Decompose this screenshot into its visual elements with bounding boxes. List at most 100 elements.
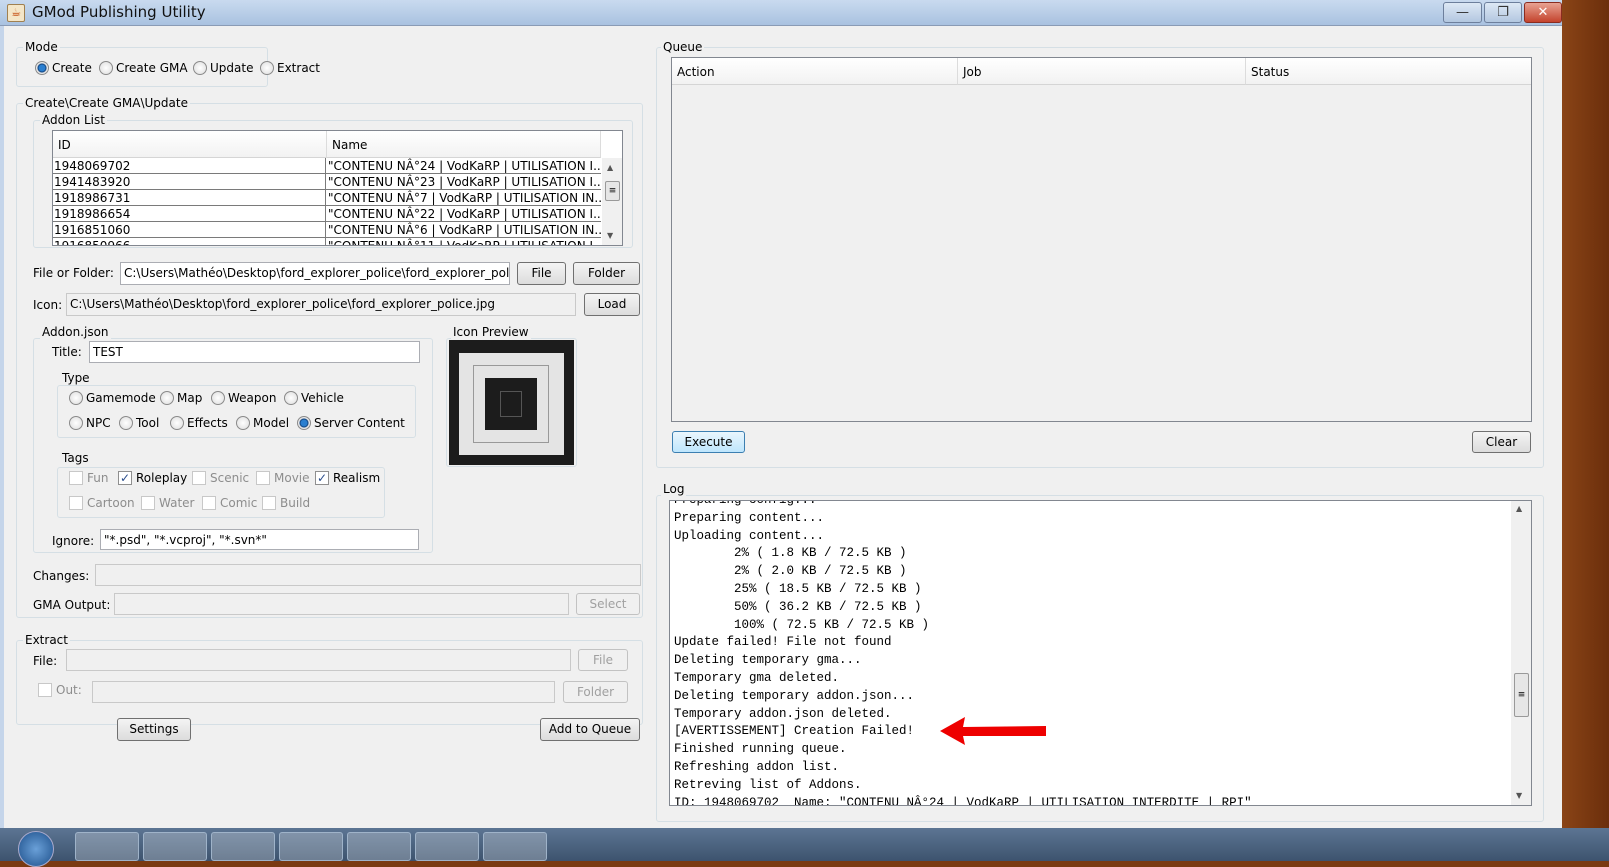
radio-indicator[interactable]	[260, 61, 274, 75]
radio-indicator[interactable]	[119, 416, 133, 430]
type-radio-model[interactable]: Model	[236, 416, 289, 430]
scroll-thumb[interactable]: ≡	[605, 181, 620, 201]
radio-indicator[interactable]	[35, 61, 49, 75]
file-button[interactable]: File	[517, 262, 566, 285]
radio-indicator[interactable]	[236, 416, 250, 430]
file-or-folder-input[interactable]: C:\Users\Mathéo\Desktop\ford_explorer_po…	[120, 262, 510, 285]
log-scrollbar[interactable]: ▲ ≡ ▼	[1511, 501, 1531, 805]
radio-indicator[interactable]	[211, 391, 225, 405]
log-textarea[interactable]: Preparing config... Preparing content... U…	[669, 500, 1532, 806]
select-button[interactable]: Select	[576, 593, 640, 615]
radio-indicator[interactable]	[99, 61, 113, 75]
table-row[interactable]: 1948069702 "CONTENU NÂ°24 | VodKaRP | UTI…	[53, 158, 601, 174]
start-button[interactable]	[18, 831, 54, 867]
radio-indicator[interactable]	[193, 61, 207, 75]
out-checkbox[interactable]: Out:	[38, 683, 82, 697]
column-header-id[interactable]: ID	[53, 131, 327, 158]
radio-indicator[interactable]	[170, 416, 184, 430]
addon-list-scrollbar[interactable]: ▲ ≡ ▼	[602, 158, 622, 245]
tag-checkbox-fun[interactable]: Fun	[69, 471, 108, 485]
mode-radio-extract[interactable]: Extract	[260, 61, 320, 75]
column-header-action[interactable]: Action	[672, 58, 958, 85]
taskbar-folder-icon[interactable]	[75, 832, 139, 861]
radio-indicator[interactable]	[69, 391, 83, 405]
extract-file-button[interactable]: File	[578, 649, 628, 671]
extract-out-input[interactable]	[92, 681, 555, 703]
scroll-thumb[interactable]: ≡	[1514, 673, 1529, 717]
load-button[interactable]: Load	[584, 293, 640, 316]
out-checkbox-box[interactable]	[38, 683, 52, 697]
taskbar-app-icon[interactable]	[415, 832, 479, 861]
scroll-up-icon[interactable]: ▲	[607, 163, 613, 172]
gma-output-input[interactable]	[114, 593, 569, 615]
taskbar-app-icon[interactable]	[143, 832, 207, 861]
close-button[interactable]: ✕	[1524, 2, 1562, 23]
type-radio-gamemode[interactable]: Gamemode	[69, 391, 156, 405]
extract-folder-button[interactable]: Folder	[563, 681, 628, 703]
changes-input[interactable]	[95, 564, 641, 586]
create-legend: Create\Create GMA\Update	[23, 96, 190, 110]
restore-button[interactable]: ❐	[1484, 2, 1522, 23]
checkbox-box[interactable]	[202, 496, 216, 510]
radio-indicator[interactable]	[69, 416, 83, 430]
tag-checkbox-realism[interactable]: ✓ Realism	[315, 471, 380, 485]
table-row[interactable]: 1941483920 "CONTENU NÂ°23 | VodKaRP | UTI…	[53, 174, 601, 190]
extract-file-input[interactable]	[66, 649, 571, 671]
taskbar-app-icon[interactable]	[279, 832, 343, 861]
table-row[interactable]: 1916851060 "CONTENU NÂ°6 | VodKaRP | UTIL…	[53, 222, 601, 238]
type-radio-weapon[interactable]: Weapon	[211, 391, 276, 405]
taskbar-java-icon[interactable]	[483, 832, 547, 861]
queue-table[interactable]: Action Job Status	[671, 57, 1532, 422]
tag-checkbox-comic[interactable]: Comic	[202, 496, 257, 510]
taskbar-film-icon[interactable]	[211, 832, 275, 861]
table-row[interactable]: 1918986654 "CONTENU NÂ°22 | VodKaRP | UTI…	[53, 206, 601, 222]
column-header-status[interactable]: Status	[1246, 58, 1531, 85]
checkbox-box[interactable]	[141, 496, 155, 510]
execute-button[interactable]: Execute	[672, 431, 745, 453]
title-bar[interactable]: ☕ GMod Publishing Utility — ❐ ✕	[0, 0, 1562, 26]
type-radio-npc[interactable]: NPC	[69, 416, 111, 430]
folder-button[interactable]: Folder	[573, 262, 640, 285]
scroll-up-icon[interactable]: ▲	[1516, 504, 1522, 513]
tag-checkbox-movie[interactable]: Movie	[256, 471, 310, 485]
ignore-input[interactable]: "*.psd", "*.vcproj", "*.svn*"	[100, 529, 419, 550]
type-radio-tool[interactable]: Tool	[119, 416, 159, 430]
tag-checkbox-roleplay[interactable]: ✓ Roleplay	[118, 471, 187, 485]
radio-indicator[interactable]	[284, 391, 298, 405]
checkbox-box[interactable]	[69, 471, 83, 485]
tag-checkbox-water[interactable]: Water	[141, 496, 194, 510]
radio-indicator[interactable]	[160, 391, 174, 405]
checkbox-box[interactable]	[256, 471, 270, 485]
checkbox-box[interactable]	[192, 471, 206, 485]
log-line: Deleting temporary gma...	[674, 653, 862, 668]
checkbox-box[interactable]: ✓	[315, 471, 329, 485]
icon-path-input[interactable]: C:\Users\Mathéo\Desktop\ford_explorer_po…	[66, 293, 576, 316]
type-radio-map[interactable]: Map	[160, 391, 202, 405]
title-input[interactable]: TEST	[89, 341, 420, 363]
scroll-down-icon[interactable]: ▼	[1516, 791, 1522, 800]
checkbox-box[interactable]	[69, 496, 83, 510]
taskbar-app-icon[interactable]	[347, 832, 411, 861]
mode-radio-create-gma[interactable]: Create GMA	[99, 61, 188, 75]
type-radio-effects[interactable]: Effects	[170, 416, 228, 430]
table-row[interactable]: 1916850966 "CONTENU NÂ°11 | VodKaRP | UTI…	[53, 238, 601, 245]
table-row[interactable]: 1918986731 "CONTENU NÂ°7 | VodKaRP | UTIL…	[53, 190, 601, 206]
add-to-queue-button[interactable]: Add to Queue	[540, 718, 640, 741]
mode-radio-update[interactable]: Update	[193, 61, 253, 75]
type-radio-vehicle[interactable]: Vehicle	[284, 391, 344, 405]
column-header-job[interactable]: Job	[958, 58, 1246, 85]
settings-button[interactable]: Settings	[117, 718, 191, 741]
scroll-down-icon[interactable]: ▼	[607, 231, 613, 240]
addon-table[interactable]: ID Name 1948069702 "CONTENU NÂ°24 | VodKa…	[52, 130, 623, 246]
column-header-name[interactable]: Name	[327, 131, 601, 158]
checkbox-box[interactable]	[262, 496, 276, 510]
radio-indicator[interactable]	[297, 416, 311, 430]
clear-button[interactable]: Clear	[1472, 431, 1531, 453]
checkbox-box[interactable]: ✓	[118, 471, 132, 485]
type-radio-server-content[interactable]: Server Content	[297, 416, 405, 430]
tag-checkbox-cartoon[interactable]: Cartoon	[69, 496, 135, 510]
mode-radio-create[interactable]: Create	[35, 61, 92, 75]
tag-checkbox-build[interactable]: Build	[262, 496, 310, 510]
tag-checkbox-scenic[interactable]: Scenic	[192, 471, 249, 485]
minimize-button[interactable]: —	[1443, 2, 1482, 23]
